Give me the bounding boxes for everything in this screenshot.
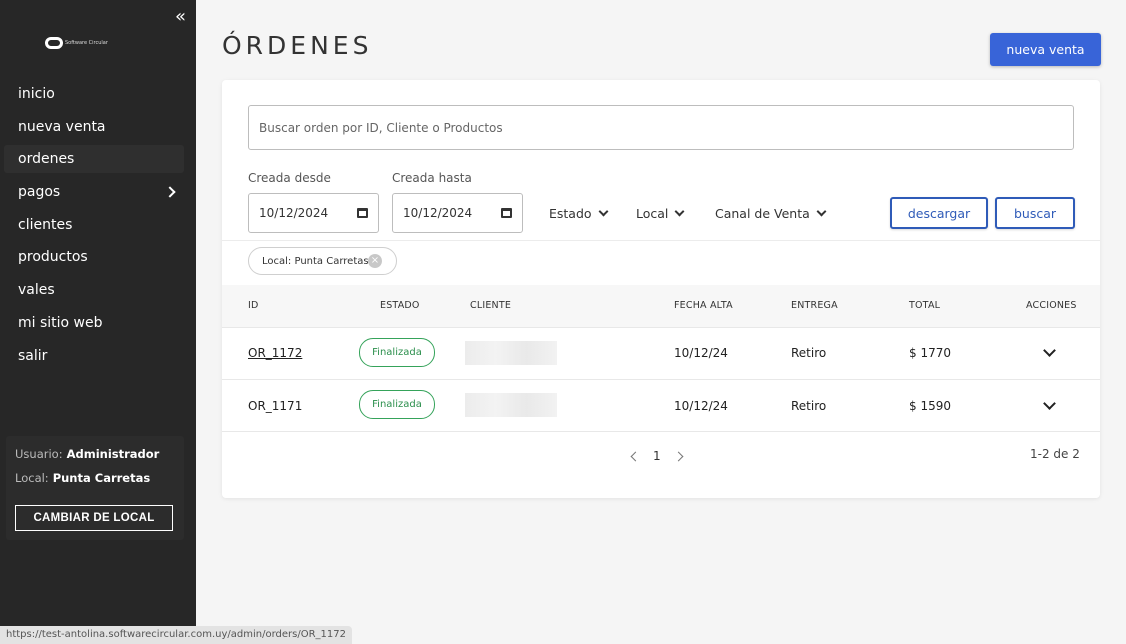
filter-chip: Local: Punta Carretas × [248,247,397,275]
column-header-cliente: CLIENTE [470,300,512,311]
calendar-icon[interactable] [357,208,368,218]
logo-text: Software Circular [65,40,108,46]
to-date-input[interactable]: 10/12/2024 [392,193,523,233]
canal-label: Canal de Venta [715,206,810,221]
chevron-right-icon [164,186,176,198]
status-bar-url: https://test-antolina.softwarecircular.c… [0,626,352,644]
column-header-estado: ESTADO [380,300,420,311]
sidebar-item-clientes[interactable]: clientes [4,211,184,239]
canal-dropdown[interactable]: Canal de Venta [715,206,827,221]
table-row: OR_1171 Finalizada 10/12/24 Retiro $ 159… [222,379,1100,431]
order-id-link[interactable]: OR_1172 [248,346,302,360]
sidebar-item-label: pagos [18,184,61,201]
sidebar-item-ordenes[interactable]: ordenes [4,145,184,174]
sidebar-item-nueva-venta[interactable]: nueva venta [4,113,184,141]
client-name-blurred [465,393,557,417]
sidebar-item-salir[interactable]: salir [4,342,184,370]
local-label: Local [636,206,669,221]
sidebar-nav: inicio nueva venta ordenes pagos cliente… [4,80,184,374]
local-dropdown[interactable]: Local [636,206,685,221]
column-header-fecha: FECHA ALTA [674,300,733,311]
from-date-label: Creada desde [248,171,331,185]
sidebar-item-productos[interactable]: productos [4,243,184,271]
order-date: 10/12/24 [674,346,728,360]
local-line: Local: Punta Carretas [15,471,150,485]
from-date-value: 10/12/2024 [259,206,329,220]
filter-chip-label: Local: Punta Carretas [262,255,369,267]
order-total: $ 1770 [909,346,951,360]
column-header-total: TOTAL [909,300,941,311]
column-header-entrega: ENTREGA [791,300,838,311]
sidebar-item-label: salir [18,347,48,364]
close-icon[interactable]: × [368,254,382,268]
to-date-label: Creada hasta [392,171,472,185]
sidebar-item-label: nueva venta [18,118,106,135]
client-name-blurred [465,341,557,365]
table-row: OR_1172 Finalizada 10/12/24 Retiro $ 177… [222,327,1100,379]
logo-mark-icon [45,37,63,49]
status-badge: Finalizada [359,338,435,367]
table-header: ID ESTADO CLIENTE FECHA ALTA ENTREGA TOT… [222,285,1100,327]
sidebar-item-label: productos [18,249,88,266]
sidebar-item-label: clientes [18,216,73,233]
order-id-link[interactable]: OR_1171 [248,399,302,413]
search-button[interactable]: buscar [995,197,1075,229]
estado-dropdown[interactable]: Estado [549,206,609,221]
sidebar-item-pagos[interactable]: pagos [4,178,184,206]
from-date-input[interactable]: 10/12/2024 [248,193,379,233]
column-header-acciones: ACCIONES [1026,300,1077,311]
sidebar-item-mi-sitio-web[interactable]: mi sitio web [4,309,184,337]
order-total: $ 1590 [909,399,951,413]
new-sale-button[interactable]: nueva venta [990,33,1101,66]
estado-label: Estado [549,206,592,221]
orders-card: Buscar orden por ID, Cliente o Productos… [222,80,1100,498]
search-input[interactable]: Buscar orden por ID, Cliente o Productos [248,105,1074,150]
sidebar-item-label: vales [18,282,55,299]
sidebar-item-inicio[interactable]: inicio [4,80,184,108]
page-number[interactable]: 1 [653,449,661,463]
chevron-left-icon[interactable] [630,451,641,461]
user-line: Usuario: Administrador [15,447,159,461]
local-label: Local: [15,471,49,485]
divider [222,431,1100,432]
results-count: 1-2 de 2 [1030,447,1080,461]
sidebar-item-label: ordenes [18,151,75,168]
local-value: Punta Carretas [52,471,151,485]
divider [222,240,1100,241]
chevron-down-icon [674,206,685,217]
chevron-down-icon [598,206,609,217]
order-delivery: Retiro [791,399,827,413]
page-title: ÓRDENES [222,31,373,60]
chevron-down-icon[interactable] [1043,397,1056,410]
column-header-id: ID [248,300,259,311]
user-info-box: Usuario: Administrador Local: Punta Carret… [6,436,184,540]
pagination: 1 [630,449,684,463]
sidebar: « Software Circular inicio nueva venta o… [0,0,196,644]
to-date-value: 10/12/2024 [403,206,473,220]
user-value: Administrador [66,447,160,461]
chevron-down-icon [816,206,827,217]
logo: Software Circular [45,37,108,49]
change-local-button[interactable]: CAMBIAR DE LOCAL [15,505,173,531]
chevron-right-icon[interactable] [673,451,684,461]
order-date: 10/12/24 [674,399,728,413]
user-label: Usuario: [15,447,63,461]
sidebar-item-label: inicio [18,86,55,102]
download-button[interactable]: descargar [890,197,988,229]
calendar-icon[interactable] [501,208,512,218]
collapse-sidebar-icon[interactable]: « [175,8,191,26]
sidebar-item-label: mi sitio web [18,314,103,331]
status-badge: Finalizada [359,390,435,419]
chevron-down-icon[interactable] [1043,344,1056,357]
sidebar-item-vales[interactable]: vales [4,276,184,304]
search-placeholder: Buscar orden por ID, Cliente o Productos [259,120,503,135]
order-delivery: Retiro [791,346,827,360]
